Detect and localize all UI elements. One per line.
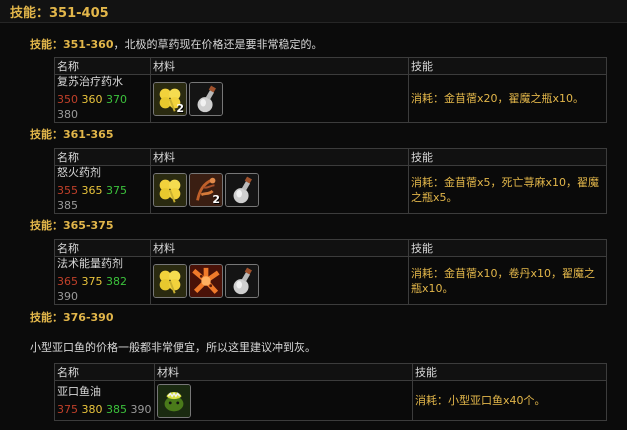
recipe-table-4: 名称 材料 技能 亚口鱼油 375 380 385 390 消耗：小型亚口鱼x4… bbox=[54, 363, 607, 421]
section-paragraph: 小型亚口鱼的价格一般都非常便宜，所以这里建议冲到灰。 bbox=[30, 341, 316, 354]
header-materials: 材料 bbox=[150, 57, 409, 75]
header-skill: 技能 bbox=[408, 148, 607, 166]
header-materials: 材料 bbox=[150, 239, 409, 257]
vial-icon[interactable] bbox=[225, 263, 259, 298]
skill-cost-cell: 消耗：小型亚口鱼x40个。 bbox=[412, 380, 607, 421]
skill-cost-cell: 消耗：金苜蓿x5，死亡荨麻x10，翟魔之瓶x5。 bbox=[408, 165, 607, 214]
skill-cost-cell: 消耗：金苜蓿x10，卷丹x10，翟魔之瓶x10。 bbox=[408, 256, 607, 305]
materials-cell bbox=[150, 256, 409, 305]
material-cost-text: 消耗：金苜蓿x10，卷丹x10，翟魔之瓶x10。 bbox=[411, 266, 596, 295]
item-count: 2 bbox=[176, 101, 184, 115]
section-label: 技能： bbox=[30, 38, 63, 51]
section-heading-1: 技能：351-360，北极的草药现在价格还是要非常稳定的。 bbox=[30, 36, 323, 52]
level-green: 370 bbox=[106, 93, 127, 106]
level-gray: 390 bbox=[130, 402, 152, 416]
level-green: 382 bbox=[106, 275, 127, 288]
level-green: 375 bbox=[106, 184, 127, 197]
clover-herb-icon[interactable] bbox=[153, 263, 187, 298]
recipe-name[interactable]: 复苏治疗药水 bbox=[57, 75, 148, 89]
recipe-table-1: 名称 材料 技能 复苏治疗药水 350 360 370 380 2 消耗：金苜蓿… bbox=[54, 57, 607, 123]
materials-cell: 2 bbox=[150, 165, 409, 214]
vial-icon[interactable] bbox=[189, 81, 223, 116]
deathnettle-herb-icon[interactable]: 2 bbox=[189, 172, 223, 207]
level-orange: 365 bbox=[57, 275, 78, 288]
section-heading-4: 技能：376-390 bbox=[30, 309, 114, 325]
section-heading-2: 技能：361-365 bbox=[30, 126, 114, 142]
recipe-name-cell: 法术能量药剂 365 375 382 390 bbox=[54, 256, 151, 305]
section-range: 365-375 bbox=[63, 219, 114, 232]
header-skill: 技能 bbox=[408, 239, 607, 257]
material-cost-text: 消耗：小型亚口鱼x40个。 bbox=[415, 394, 546, 407]
level-orange: 375 bbox=[57, 402, 78, 416]
level-yellow: 375 bbox=[81, 275, 103, 288]
section-range: 351-360 bbox=[63, 38, 114, 51]
recipe-name[interactable]: 怒火药剂 bbox=[57, 166, 148, 180]
level-yellow: 365 bbox=[81, 184, 103, 197]
section-note: ，北极的草药现在价格还是要非常稳定的。 bbox=[113, 38, 323, 51]
page-title-bar: 技能：351-405 bbox=[0, 0, 627, 23]
level-green: 385 bbox=[106, 402, 127, 416]
header-name: 名称 bbox=[54, 57, 151, 75]
materials-cell bbox=[154, 380, 413, 421]
header-materials: 材料 bbox=[154, 363, 413, 381]
item-count: 2 bbox=[212, 192, 220, 206]
skill-levels: 365 375 382 390 bbox=[57, 274, 148, 304]
tiger-lily-herb-icon[interactable] bbox=[189, 263, 223, 298]
section-label: 技能： bbox=[30, 128, 63, 141]
section-heading-3: 技能：365-375 bbox=[30, 217, 114, 233]
level-orange: 350 bbox=[57, 93, 78, 106]
level-gray: 390 bbox=[57, 290, 78, 303]
level-gray: 380 bbox=[57, 108, 78, 121]
recipe-name-cell: 亚口鱼油 375 380 385 390 bbox=[54, 380, 155, 421]
header-skill: 技能 bbox=[408, 57, 607, 75]
sucker-fish-icon[interactable] bbox=[157, 383, 191, 418]
clover-herb-icon[interactable]: 2 bbox=[153, 81, 187, 116]
skill-levels: 355 365 375 385 bbox=[57, 183, 148, 213]
level-yellow: 360 bbox=[81, 93, 103, 106]
clover-herb-icon[interactable] bbox=[153, 172, 187, 207]
skill-cost-cell: 消耗：金苜蓿x20，翟魔之瓶x10。 bbox=[408, 74, 607, 123]
section-range: 361-365 bbox=[63, 128, 114, 141]
recipe-name-cell: 怒火药剂 355 365 375 385 bbox=[54, 165, 151, 214]
vial-icon[interactable] bbox=[225, 172, 259, 207]
section-label: 技能： bbox=[30, 219, 63, 232]
recipe-name[interactable]: 亚口鱼油 bbox=[57, 385, 152, 399]
skill-levels: 350 360 370 380 bbox=[57, 92, 148, 122]
materials-cell: 2 bbox=[150, 74, 409, 123]
section-label: 技能： bbox=[30, 311, 63, 324]
recipe-name[interactable]: 法术能量药剂 bbox=[57, 257, 148, 271]
header-skill: 技能 bbox=[412, 363, 607, 381]
material-cost-text: 消耗：金苜蓿x5，死亡荨麻x10，翟魔之瓶x5。 bbox=[411, 175, 600, 204]
section-range: 376-390 bbox=[63, 311, 114, 324]
material-cost-text: 消耗：金苜蓿x20，翟魔之瓶x10。 bbox=[411, 92, 585, 105]
header-name: 名称 bbox=[54, 148, 151, 166]
level-yellow: 380 bbox=[81, 402, 103, 416]
header-name: 名称 bbox=[54, 363, 155, 381]
recipe-table-3: 名称 材料 技能 法术能量药剂 365 375 382 390 消耗：金苜蓿x1… bbox=[54, 239, 607, 305]
recipe-table-2: 名称 材料 技能 怒火药剂 355 365 375 385 2 消耗：金苜蓿x5… bbox=[54, 148, 607, 214]
header-materials: 材料 bbox=[150, 148, 409, 166]
skill-levels: 375 380 385 390 bbox=[57, 402, 152, 417]
level-gray: 385 bbox=[57, 199, 78, 212]
page-title: 技能：351-405 bbox=[10, 6, 109, 21]
recipe-name-cell: 复苏治疗药水 350 360 370 380 bbox=[54, 74, 151, 123]
level-orange: 355 bbox=[57, 184, 78, 197]
header-name: 名称 bbox=[54, 239, 151, 257]
